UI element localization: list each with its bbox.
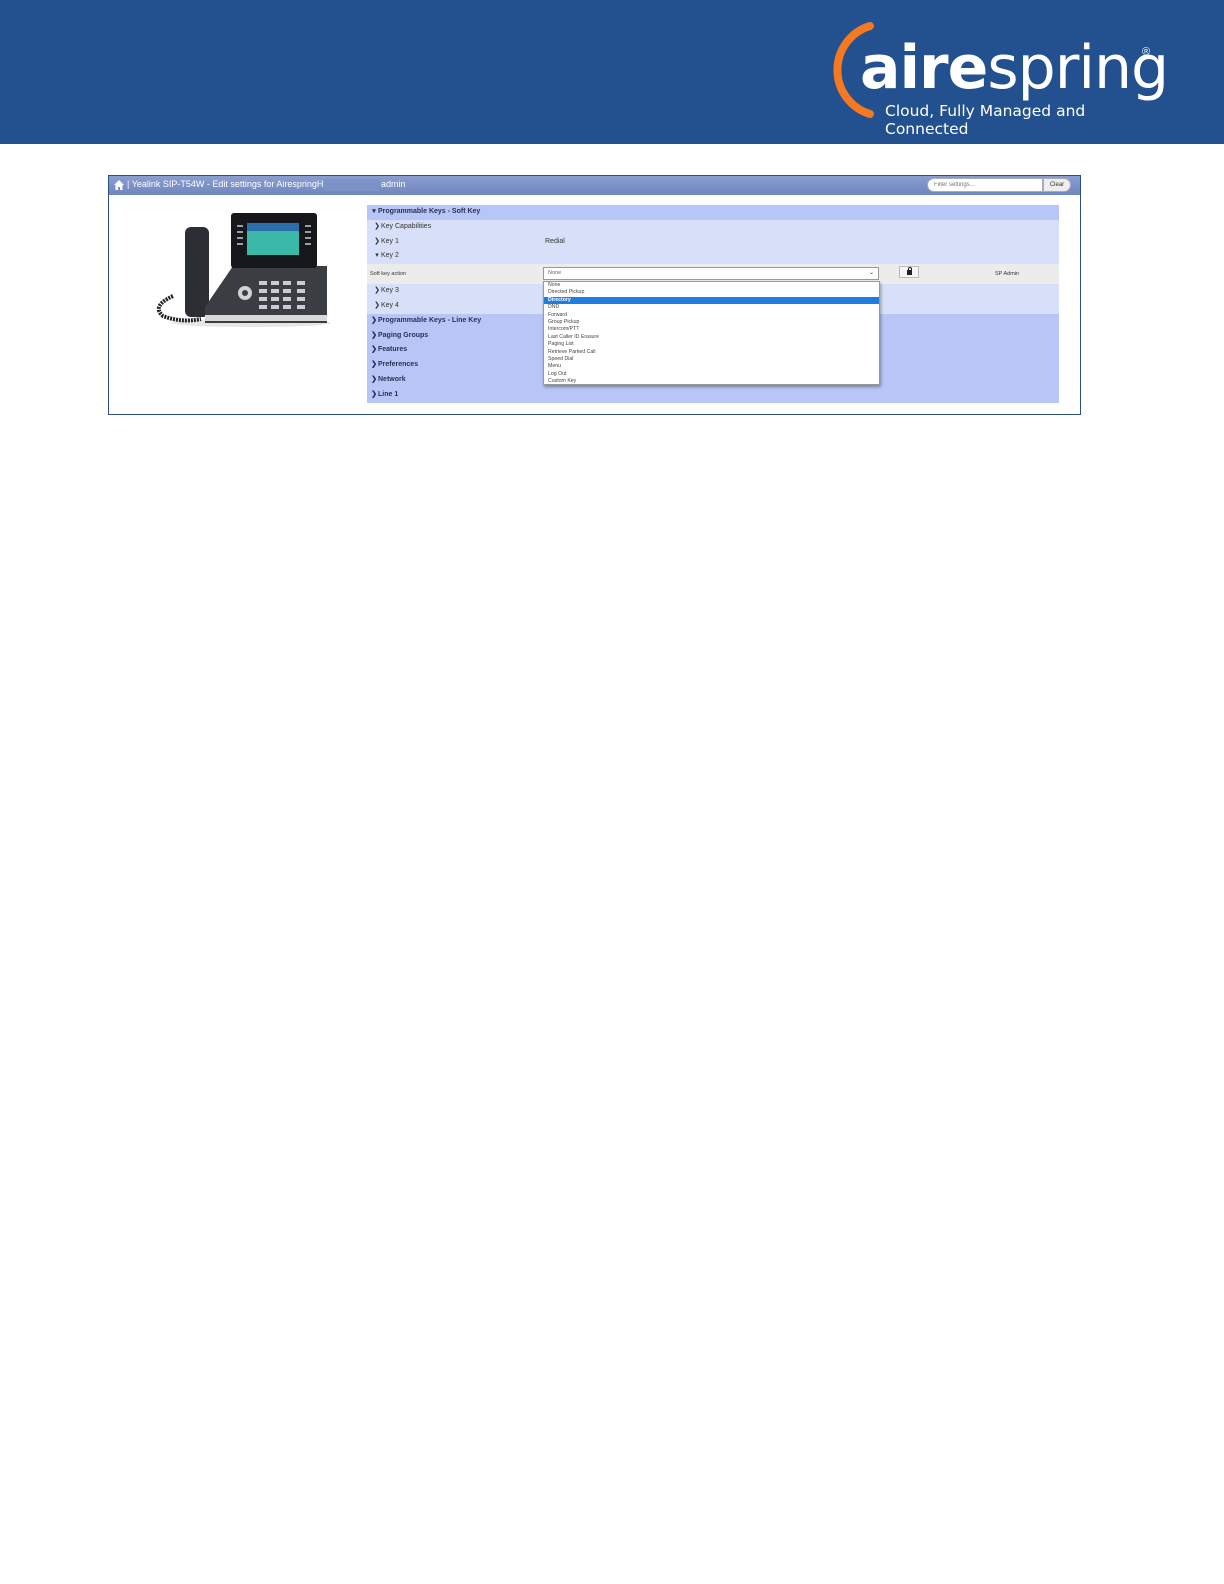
window-titlebar: | Yealink SIP-T54W - Edit settings for A… (109, 176, 1080, 195)
dropdown-option[interactable]: Group Pickup (544, 319, 879, 326)
chevron-right-icon: ❯ (371, 361, 377, 369)
chevron-right-icon: ❯ (371, 331, 377, 339)
softkey-action-dropdown-list: None Directed Pickup Directory DND Forwa… (543, 281, 880, 385)
softkey-action-label: Soft key action (370, 271, 407, 278)
dropdown-option[interactable]: None (544, 282, 879, 289)
lock-button[interactable] (899, 266, 919, 279)
dropdown-option[interactable]: Forward (544, 312, 879, 319)
edit-settings-window: | Yealink SIP-T54W - Edit settings for A… (108, 175, 1081, 415)
section-softkey[interactable]: ▾ Programmable Keys - Soft Key (367, 205, 1059, 220)
dropdown-option[interactable]: Last Caller ID Erasure (544, 334, 879, 341)
clear-button[interactable]: Clear (1043, 178, 1071, 192)
dropdown-option[interactable]: Paging List (544, 341, 879, 348)
filter-settings-input[interactable] (927, 178, 1043, 192)
logo-tagline: Cloud, Fully Managed and Connected (885, 102, 1086, 138)
chevron-right-icon: ❯ (371, 316, 377, 324)
key-capabilities-row[interactable]: ❯Key Capabilities (367, 219, 1059, 235)
softkey-action-select[interactable]: None ⌄ (543, 267, 879, 281)
chevron-down-icon: ▾ (372, 208, 376, 215)
chevron-right-icon: ❯ (371, 390, 377, 398)
home-icon[interactable] (113, 179, 125, 191)
key2-row[interactable]: ▾ Key 2 (367, 249, 1059, 265)
window-title: | Yealink SIP-T54W - Edit settings for A… (127, 179, 353, 189)
key1-value: Redial (545, 237, 565, 245)
window-title-suffix: admin (381, 179, 406, 189)
chevron-down-icon: ▾ (375, 252, 379, 260)
airespring-logo: airespring ® Cloud, Fully Managed and Co… (830, 20, 1169, 138)
dropdown-option[interactable]: Directed Pickup (544, 289, 879, 296)
section-line1[interactable]: ❯Line 1 (367, 387, 1059, 403)
chevron-right-icon: ❯ (374, 237, 380, 245)
lock-icon (907, 267, 912, 276)
header-banner: airespring ® Cloud, Fully Managed and Co… (0, 0, 1224, 144)
dropdown-option[interactable]: Retrieve Parked Call (544, 349, 879, 356)
dropdown-option[interactable]: Menu (544, 363, 879, 370)
chevron-right-icon: ❯ (374, 287, 380, 295)
key1-row[interactable]: ❯Key 1 Redial (367, 234, 1059, 250)
dropdown-option[interactable]: Custom Key (544, 378, 879, 385)
chevron-right-icon: ❯ (374, 222, 380, 230)
setting-owner: SP Admin (995, 271, 1020, 278)
chevron-right-icon: ❯ (374, 301, 380, 309)
yealink-phone-image (156, 213, 331, 327)
dropdown-option[interactable]: DND (544, 304, 879, 311)
dropdown-option-highlighted[interactable]: Directory (544, 296, 879, 305)
redacted-block (324, 179, 379, 191)
registered-mark: ® (1142, 46, 1151, 58)
dropdown-option[interactable]: Speed Dial (544, 356, 879, 363)
chevron-right-icon: ❯ (371, 375, 377, 383)
chevron-right-icon: ❯ (371, 346, 377, 354)
chevron-down-icon: ⌄ (868, 270, 874, 277)
dropdown-option[interactable]: Log Out (544, 371, 879, 378)
dropdown-option[interactable]: Intercom/PTT (544, 326, 879, 333)
logo-wordmark: airespring (860, 33, 1169, 103)
